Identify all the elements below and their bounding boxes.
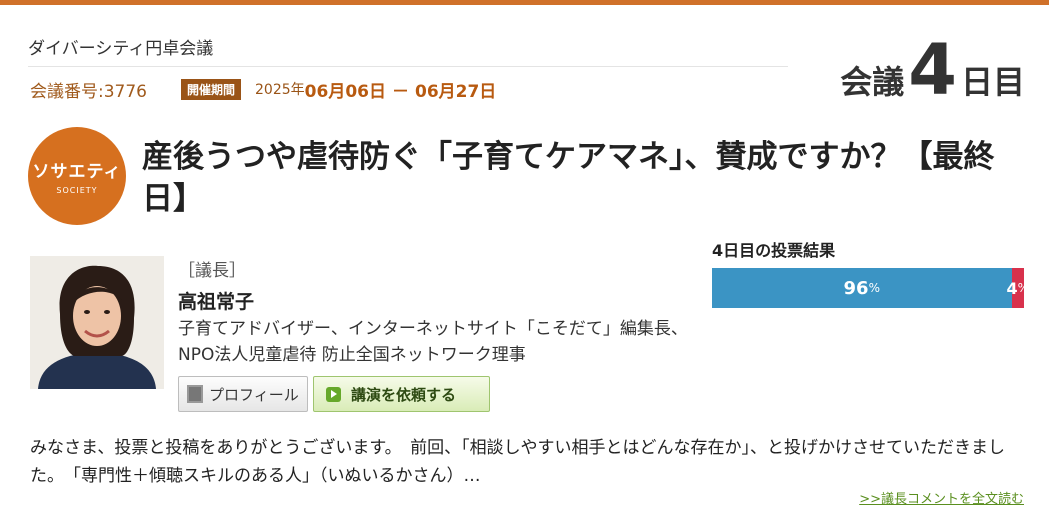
chair-comment: みなさま、投票と投稿をありがとうございます。 前回、「相談しやすい相手とはどんな…: [30, 438, 1005, 486]
top-accent-bar: [0, 0, 1049, 5]
chair-name: 高祖常子: [178, 291, 255, 313]
day-indicator: 会議 4 日目: [840, 28, 1025, 111]
lecture-button-label: 講演を依頼する: [351, 385, 457, 404]
document-icon: [187, 385, 203, 403]
profile-button-label: プロフィール: [209, 385, 299, 404]
meeting-number: 会議番号:3776: [30, 81, 147, 102]
period-end: 06月27日: [414, 81, 497, 102]
vote-heading: 4日目の投票結果: [712, 241, 836, 260]
series-title: ダイバーシティ円卓会議: [28, 39, 214, 59]
period-year: 2025年: [255, 82, 305, 98]
vote-yes-value: 96: [843, 277, 869, 299]
header-divider: [28, 66, 788, 67]
day-suffix: 日目: [960, 63, 1025, 101]
vote-result-bar: 96% 4%: [712, 268, 1029, 308]
profile-button[interactable]: プロフィール: [178, 376, 308, 412]
vote-yes-percent: %: [868, 281, 880, 295]
person-portrait-icon: [30, 256, 164, 389]
read-full-comment-link[interactable]: >>議長コメントを全文読む: [859, 488, 1024, 507]
lecture-request-button[interactable]: 講演を依頼する: [313, 376, 490, 412]
vote-yes-segment: 96%: [712, 268, 1012, 308]
chair-photo: [30, 256, 164, 389]
vote-no-value: 4: [1006, 278, 1018, 298]
play-icon: [326, 386, 341, 402]
vote-no-percent: %: [1017, 281, 1030, 295]
period-dash: －: [391, 81, 409, 102]
chair-label: ［議長］: [178, 261, 246, 281]
chair-description: 子育てアドバイザー、インターネットサイト「こそだて」編集長、NPO法人児童虐待 …: [178, 319, 688, 365]
day-prefix: 会議: [840, 63, 905, 101]
vote-no-segment: 4%: [1006, 268, 1029, 308]
topic-title: 産後うつや虐待防ぐ「子育てケアマネ」、賛成ですか？【最終日】: [142, 139, 995, 217]
period-badge: 開催期間: [181, 78, 242, 100]
meeting-meta: 会議番号:3776 開催期間 2025年 06月06日 － 06月27日: [30, 78, 497, 102]
category-badge[interactable]: ソサエティ SOCIETY: [28, 127, 126, 225]
day-number: 4: [908, 29, 957, 111]
category-name: ソサエティ: [32, 162, 122, 182]
category-name-en: SOCIETY: [56, 186, 98, 195]
period-start: 06月06日: [304, 81, 386, 102]
